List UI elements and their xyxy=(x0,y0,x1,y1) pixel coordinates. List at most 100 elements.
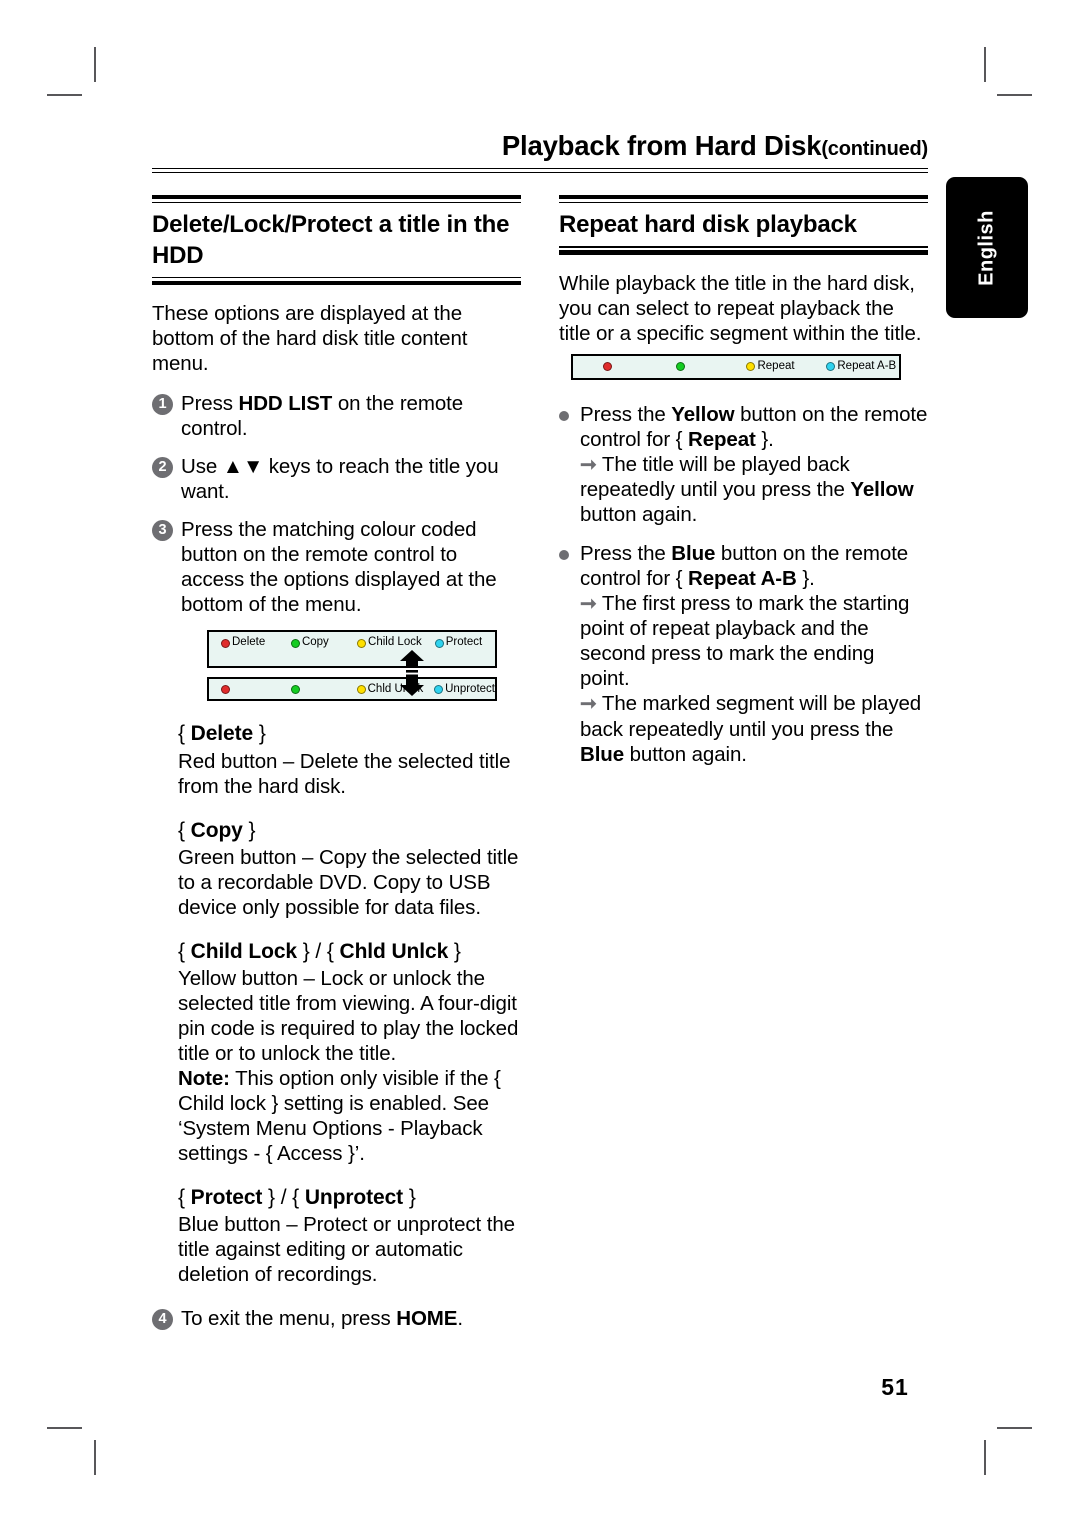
left-section-rule-top xyxy=(152,194,521,204)
language-tab: English xyxy=(946,177,1028,318)
osd-option-label: Protect xyxy=(445,636,483,649)
left-section-heading: Delete/Lock/Protect a title in the HDD xyxy=(152,211,510,269)
up-down-arrow-keys-icon: ▲▼ xyxy=(222,455,264,479)
running-head: Playback from Hard Disk(continued) xyxy=(152,130,928,168)
step-text-before: Press xyxy=(181,392,239,416)
right-intro-paragraph: While playback the title in the hard dis… xyxy=(559,271,922,345)
language-tab-label: English xyxy=(975,209,998,286)
osd-option-copy: Copy xyxy=(290,636,357,649)
step-number: 1 xyxy=(152,394,173,416)
crop-mark-bottom-left-vertical xyxy=(94,1440,96,1475)
osd-option-label: Copy xyxy=(301,636,329,649)
right-column: Repeat hard disk playback While playback… xyxy=(559,194,928,1345)
bullet-main-text: Press the Blue button on the remote cont… xyxy=(580,541,909,590)
step-text: Press the matching colour coded button o… xyxy=(181,518,497,617)
definition-delete: { Delete } Red button – Delete the selec… xyxy=(178,721,521,798)
left-column: Delete/Lock/Protect a title in the HDD T… xyxy=(152,194,521,1345)
osd-menu-graphic: Delete Copy Child Lock Protect Chld Unlc… xyxy=(207,630,497,702)
step-text-before: Use xyxy=(181,455,223,479)
crop-mark-top-right-horizontal xyxy=(997,94,1032,96)
step-text-bold: HOME xyxy=(396,1307,458,1331)
crop-mark-top-right-vertical xyxy=(984,47,986,82)
green-button-dot-icon xyxy=(290,684,300,694)
osd-option-label: Delete xyxy=(232,636,266,649)
up-down-toggle-arrow-icon xyxy=(400,650,424,697)
crop-mark-bottom-right-vertical xyxy=(984,1440,986,1475)
step-number: 3 xyxy=(152,520,173,542)
blue-button-dot-icon xyxy=(434,638,444,648)
step-text: Press HDD LIST on the remote control. xyxy=(181,391,521,441)
left-intro-paragraph: These options are displayed at the botto… xyxy=(152,302,468,376)
crop-mark-bottom-left-horizontal xyxy=(47,1427,82,1429)
bullet-text: Press the Blue button on the remote cont… xyxy=(580,541,928,767)
red-button-dot-icon xyxy=(603,362,612,372)
right-section-heading: Repeat hard disk playback xyxy=(559,211,857,239)
osd-menu-bar-top: Delete Copy Child Lock Protect xyxy=(207,630,497,669)
repeat-option-repeat: Repeat xyxy=(746,359,826,373)
blue-button-dot-icon xyxy=(826,362,836,372)
osd-option-child-lock: Child Lock xyxy=(357,637,435,649)
step-item: 2 Use ▲▼ keys to reach the title you wan… xyxy=(152,454,521,504)
step-number: 4 xyxy=(152,1309,173,1331)
crop-mark-bottom-right-horizontal xyxy=(997,1427,1032,1429)
red-button-dot-icon xyxy=(221,684,230,694)
yellow-button-dot-icon xyxy=(356,684,366,694)
definition-term: { Protect } / { Unprotect } xyxy=(178,1186,416,1209)
definition-protect: { Protect } / { Unprotect } Blue button … xyxy=(178,1185,521,1287)
step-text: Use ▲▼ keys to reach the title you want. xyxy=(181,454,521,504)
definition-body: Blue button – Protect or unprotect the t… xyxy=(178,1213,515,1287)
osd-option-delete-alt xyxy=(209,684,291,694)
step-text-before: To exit the menu, press xyxy=(181,1307,397,1331)
osd-option-copy-alt xyxy=(290,684,357,694)
osd-option-protect: Protect xyxy=(434,636,495,649)
definition-body: Green button – Copy the selected title t… xyxy=(178,845,519,919)
bullet-result-text: The title will be played back repeatedly… xyxy=(580,452,914,526)
green-button-dot-icon xyxy=(675,362,685,372)
left-section-rule-bottom xyxy=(152,276,521,286)
osd-option-label: Child Lock xyxy=(368,636,422,649)
step-item: 1 Press HDD LIST on the remote control. xyxy=(152,391,521,441)
bullet-main-text: Press the Yellow button on the remote co… xyxy=(580,402,928,451)
definition-body: Yellow button – Lock or unlock the selec… xyxy=(178,967,519,1165)
step-number: 2 xyxy=(152,457,173,479)
crop-mark-top-left-vertical xyxy=(94,47,96,82)
bullet-item: Press the Blue button on the remote cont… xyxy=(559,541,928,767)
bullet-item: Press the Yellow button on the remote co… xyxy=(559,402,928,527)
definition-child-lock: { Child Lock } / { Chld Unlck } Yellow b… xyxy=(178,939,521,1166)
two-column-layout: Delete/Lock/Protect a title in the HDD T… xyxy=(152,194,928,1345)
result-arrow-icon: ➞ xyxy=(580,453,597,476)
yellow-button-dot-icon xyxy=(357,638,367,648)
osd-option-unprotect: Unprotect xyxy=(434,682,495,696)
definition-body: Red button – Delete the selected title f… xyxy=(178,749,511,798)
bullet-dot-icon xyxy=(559,410,569,421)
bullet-result-text: The marked segment will be played back r… xyxy=(580,692,922,766)
red-button-dot-icon xyxy=(221,638,230,648)
step-text: To exit the menu, press HOME. xyxy=(181,1306,463,1331)
definition-copy: { Copy } Green button – Copy the selecte… xyxy=(178,818,521,920)
crop-mark-top-left-horizontal xyxy=(47,94,82,96)
step-text-after: . xyxy=(457,1307,463,1331)
running-head-title: Playback from Hard Disk xyxy=(501,130,822,161)
step-item: 4 To exit the menu, press HOME. xyxy=(152,1306,521,1331)
repeat-option-green xyxy=(675,362,747,372)
result-arrow-icon: ➞ xyxy=(580,693,597,716)
right-section-rule-bottom xyxy=(559,245,928,255)
step-text-bold: HDD LIST xyxy=(238,392,333,416)
running-head-continued: (continued) xyxy=(821,138,928,160)
bullet-dot-icon xyxy=(559,549,569,560)
repeat-option-label: Repeat xyxy=(757,359,795,372)
repeat-option-red xyxy=(573,362,676,372)
yellow-button-dot-icon xyxy=(746,362,756,372)
blue-button-dot-icon xyxy=(434,684,444,694)
right-section-rule-top xyxy=(559,194,928,204)
osd-option-delete: Delete xyxy=(209,637,291,649)
bullet-result-text: The first press to mark the starting poi… xyxy=(580,591,910,691)
repeat-osd-graphic: Repeat Repeat A-B xyxy=(571,353,901,380)
definition-term: { Delete } xyxy=(178,722,266,746)
page-number: 51 xyxy=(881,1374,909,1400)
repeat-menu-bar: Repeat Repeat A-B xyxy=(571,353,901,380)
osd-option-label: Unprotect xyxy=(445,682,495,695)
repeat-option-label: Repeat A-B xyxy=(837,359,897,372)
repeat-option-repeat-ab: Repeat A-B xyxy=(826,359,899,373)
result-arrow-icon: ➞ xyxy=(580,592,597,615)
